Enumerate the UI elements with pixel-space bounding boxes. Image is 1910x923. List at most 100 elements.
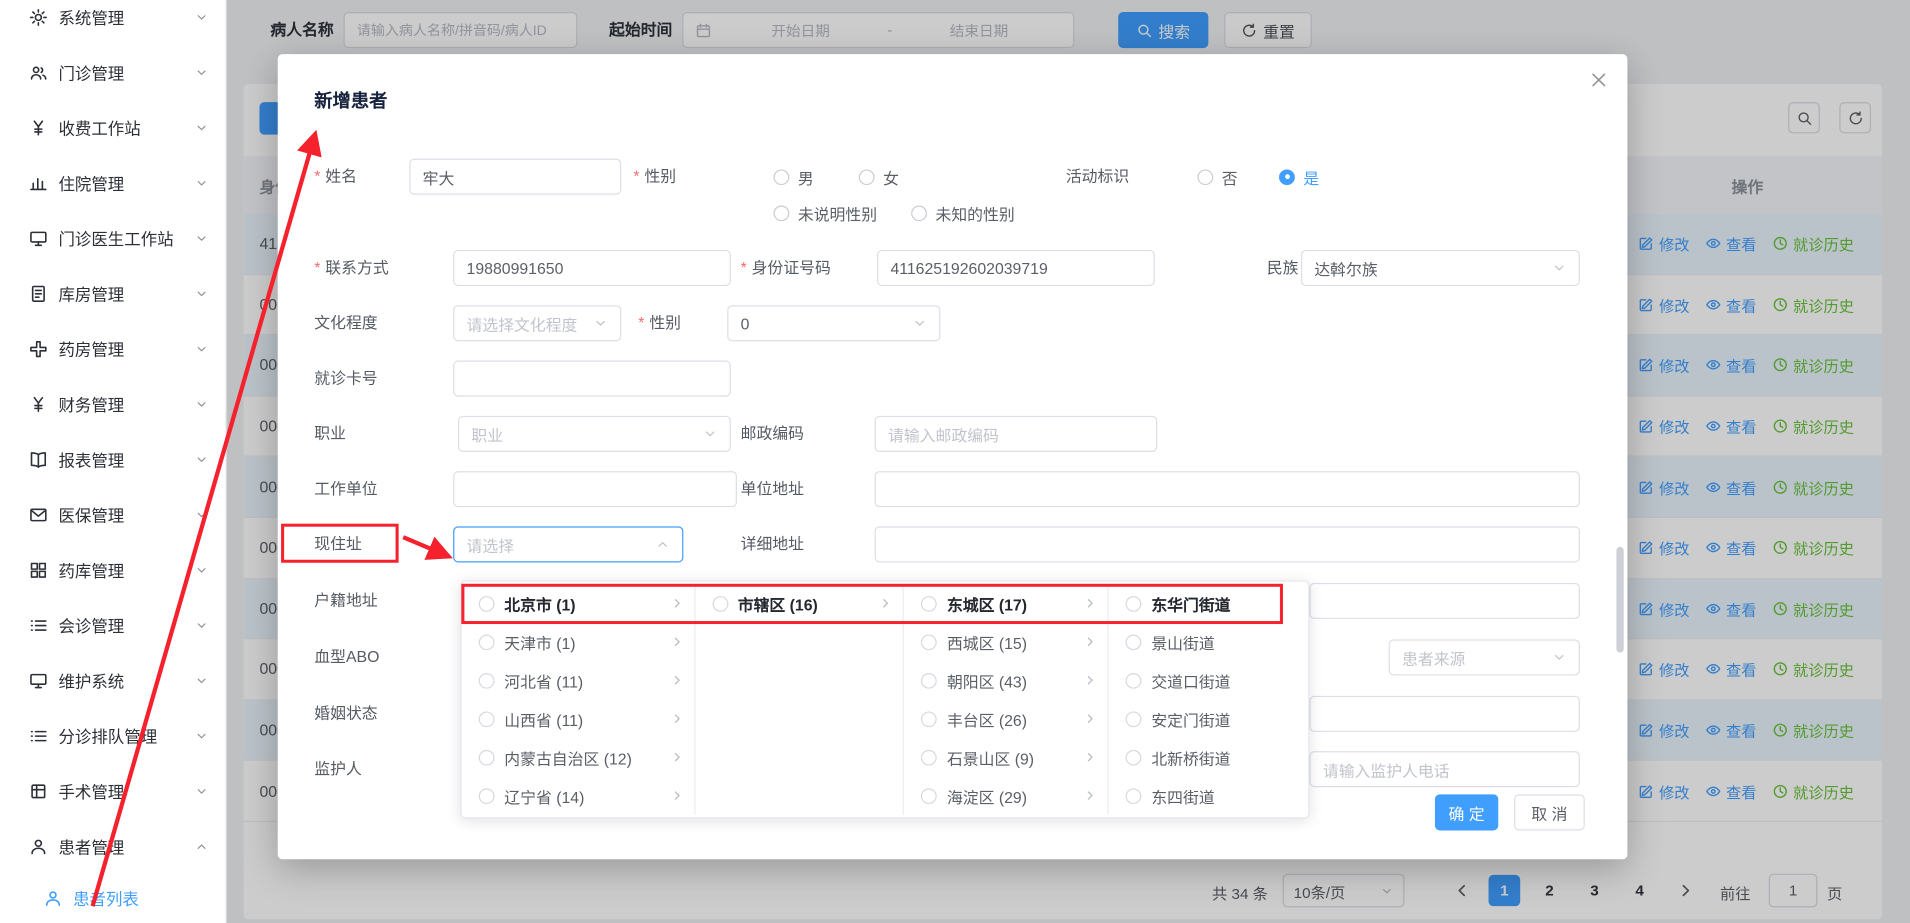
cascader-option[interactable]: 山西省 (11) (462, 699, 694, 737)
gender2-select[interactable]: 0 (727, 305, 940, 341)
visit-card-input[interactable] (453, 361, 731, 397)
gear-icon (29, 8, 47, 26)
guardian-label: 监护人 (314, 751, 362, 787)
radio-gender-unknown[interactable]: 未知的性别 (911, 195, 1015, 231)
chevron-right-icon (670, 788, 685, 802)
cascader-option[interactable]: 辽宁省 (14) (462, 776, 694, 814)
cascader-option[interactable]: 东城区 (17) (904, 584, 1107, 622)
sidebar-item-2[interactable]: 收费工作站 (0, 100, 225, 155)
idcard-input[interactable]: 411625192602039719 (877, 250, 1155, 286)
chevron-down-icon (195, 618, 208, 631)
chevron-down-icon (195, 10, 208, 23)
chevron-right-icon (670, 635, 685, 649)
cascader-option[interactable]: 河北省 (11) (462, 661, 694, 699)
chevron-down-icon (195, 342, 208, 355)
user-icon (44, 889, 62, 907)
close-icon[interactable] (1590, 71, 1608, 89)
registered-addr-right-input[interactable] (1309, 583, 1579, 619)
cascader-option[interactable]: 朝阳区 (43) (904, 661, 1107, 699)
book-icon (29, 450, 47, 468)
sidebar-item-patient-list[interactable]: 患者列表 (0, 874, 225, 922)
radio-icon (773, 169, 789, 185)
sidebar-item-15[interactable]: 患者管理 (0, 818, 225, 873)
cascader-column-4: 东华门街道景山街道交道口街道安定门街道北新桥街道东四街道 (1109, 584, 1309, 815)
chevron-right-icon (879, 596, 894, 610)
cascader-option[interactable]: 市辖区 (16) (695, 584, 903, 622)
sidebar-item-6[interactable]: 药房管理 (0, 321, 225, 376)
cascader-option[interactable]: 北新桥街道 (1109, 738, 1309, 776)
cascader-option[interactable]: 安定门街道 (1109, 699, 1309, 737)
radio-icon (1126, 788, 1142, 804)
job-select[interactable]: 职业 (458, 416, 731, 452)
patient-source-select[interactable]: 患者来源 (1389, 639, 1580, 675)
radio-active-yes[interactable]: 是 (1279, 159, 1319, 195)
ethnic-label: 民族 (1267, 250, 1299, 286)
name-input[interactable]: 牢大 (409, 159, 621, 195)
sidebar-item-13[interactable]: 分诊排队管理 (0, 708, 225, 763)
cascader-option[interactable]: 天津市 (1) (462, 623, 694, 661)
mail-icon (29, 505, 47, 523)
sidebar-item-11[interactable]: 会诊管理 (0, 597, 225, 652)
sidebar-item-0[interactable]: 系统管理 (0, 0, 225, 44)
sidebar-item-10[interactable]: 药库管理 (0, 542, 225, 597)
sidebar-item-1[interactable]: 门诊管理 (0, 44, 225, 99)
radio-icon (479, 788, 495, 804)
marital-right-input[interactable] (1309, 696, 1579, 732)
radio-icon (921, 711, 937, 727)
radio-icon (921, 749, 937, 765)
radio-male[interactable]: 男 (773, 159, 813, 195)
chevron-right-icon (670, 673, 685, 687)
cascader-option[interactable]: 景山街道 (1109, 623, 1309, 661)
chevron-right-icon (1083, 596, 1098, 610)
sidebar-item-12[interactable]: 维护系统 (0, 653, 225, 708)
chevron-right-icon (670, 711, 685, 725)
sidebar-item-3[interactable]: 住院管理 (0, 155, 225, 210)
monitor-icon (29, 229, 47, 247)
user-icon (29, 837, 47, 855)
cascader-option[interactable]: 交道口街道 (1109, 661, 1309, 699)
sidebar-item-7[interactable]: 财务管理 (0, 376, 225, 431)
chevron-right-icon (1083, 750, 1098, 764)
contact-input[interactable]: 19880991650 (453, 250, 731, 286)
detail-addr-input[interactable] (875, 526, 1580, 562)
radio-icon (712, 596, 728, 612)
sidebar-item-5[interactable]: 库房管理 (0, 266, 225, 321)
cascader-option[interactable]: 石景山区 (9) (904, 738, 1107, 776)
sidebar-item-8[interactable]: 报表管理 (0, 431, 225, 486)
cascader-column-2: 市辖区 (16) (695, 584, 904, 815)
radio-checked-icon (1279, 169, 1295, 185)
radio-active-no[interactable]: 否 (1197, 159, 1237, 195)
modal-scrollbar[interactable] (1616, 547, 1623, 653)
cascader-option[interactable]: 北京市 (1) (462, 584, 694, 622)
confirm-button[interactable]: 确 定 (1435, 794, 1498, 830)
radio-gender-unstated[interactable]: 未说明性别 (773, 195, 877, 231)
radio-icon (773, 205, 789, 221)
postcode-input[interactable]: 请输入邮政编码 (875, 416, 1158, 452)
current-addr-cascader-select[interactable]: 请选择 (453, 526, 683, 562)
radio-icon (921, 596, 937, 612)
education-label: 文化程度 (314, 305, 377, 341)
radio-icon (859, 169, 875, 185)
cascader-option[interactable]: 海淀区 (29) (904, 776, 1107, 814)
sidebar-item-4[interactable]: 门诊医生工作站 (0, 210, 225, 265)
cascader-option[interactable]: 西城区 (15) (904, 623, 1107, 661)
cascader-option[interactable]: 东四街道 (1109, 776, 1309, 814)
guardian-phone-input[interactable]: 请输入监护人电话 (1309, 751, 1579, 787)
chevron-down-icon (195, 287, 208, 300)
radio-icon (1126, 749, 1142, 765)
medical-icon (29, 340, 47, 358)
chevron-down-icon (195, 231, 208, 244)
cascader-option[interactable]: 丰台区 (26) (904, 699, 1107, 737)
cancel-button[interactable]: 取 消 (1514, 794, 1585, 830)
cascader-option[interactable]: 内蒙古自治区 (12) (462, 738, 694, 776)
education-select[interactable]: 请选择文化程度 (453, 305, 621, 341)
radio-icon (921, 634, 937, 650)
employer-input[interactable] (453, 471, 737, 507)
employer-addr-input[interactable] (875, 471, 1580, 507)
sidebar-item-9[interactable]: 医保管理 (0, 487, 225, 542)
cascader-option[interactable]: 东华门街道 (1109, 584, 1309, 622)
contact-label: *联系方式 (314, 250, 388, 286)
ethnic-select[interactable]: 达斡尔族 (1301, 250, 1580, 286)
radio-female[interactable]: 女 (859, 159, 899, 195)
sidebar-item-14[interactable]: 手术管理 (0, 763, 225, 818)
